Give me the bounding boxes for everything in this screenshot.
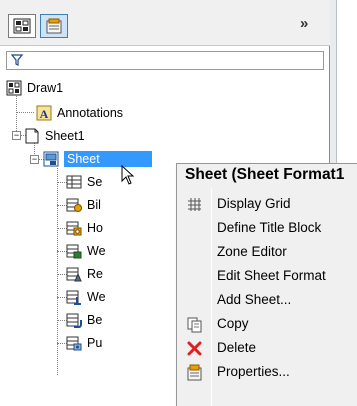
tree-filter-input[interactable] — [6, 51, 324, 70]
tree-node-sheet-format[interactable]: Sheet — [43, 149, 152, 169]
menu-item-add-sheet[interactable]: Add Sheet... — [177, 288, 357, 312]
tree-node-label: Draw1 — [27, 81, 64, 95]
weld-table-anchor-icon — [66, 290, 81, 305]
property-manager-tab[interactable] — [40, 14, 68, 38]
weldment-table-anchor-icon — [66, 244, 82, 259]
bend-table-anchor-icon — [66, 313, 82, 328]
menu-item-label: Properties... — [217, 364, 290, 379]
menu-item-label: Define Title Block — [217, 220, 322, 235]
menu-item-copy[interactable]: Copy — [177, 312, 357, 336]
hole-table-anchor-icon — [66, 221, 82, 236]
menu-item-delete[interactable]: Delete — [177, 336, 357, 360]
menu-item-label: Delete — [217, 340, 257, 355]
drawing-icon — [6, 80, 22, 96]
tree-node-label: Annotations — [57, 106, 124, 120]
properties-icon — [187, 364, 202, 381]
bom-anchor-icon — [66, 198, 82, 212]
sheet-format-icon — [43, 151, 59, 167]
tree-node-label: Bil — [87, 198, 101, 212]
menu-item-label: Copy — [217, 316, 249, 331]
collapse-sheet-format-toggle[interactable]: − — [30, 155, 39, 164]
menu-item-edit-sheet-format[interactable]: Edit Sheet Format — [177, 264, 357, 288]
annotations-icon: A — [36, 105, 52, 121]
tree-node-revision-table-anchor[interactable]: Re — [66, 264, 103, 284]
tree-node-weldment-table-anchor[interactable]: We — [66, 241, 106, 261]
revision-table-anchor-icon — [66, 267, 82, 282]
tree-node-label: Sheet — [64, 151, 152, 167]
menu-item-zone-editor[interactable]: Zone Editor — [177, 240, 357, 264]
menu-item-label: Add Sheet... — [217, 292, 292, 307]
filter-icon — [11, 54, 23, 66]
tree-node-drawing[interactable]: Draw1 — [6, 78, 63, 98]
menu-item-display-grid[interactable]: Display Grid — [177, 192, 357, 216]
feature-tree-icon — [13, 18, 31, 34]
tree-node-punch-table-anchor[interactable]: Pu — [66, 333, 102, 353]
tree-connector — [16, 112, 34, 113]
sheet-icon — [25, 128, 39, 144]
tree-node-label: We — [87, 244, 106, 258]
collapse-sheet1-toggle[interactable]: − — [12, 131, 21, 140]
tree-node-weld-table-anchor[interactable]: We — [66, 287, 106, 307]
tree-node-label: We — [87, 290, 106, 304]
mouse-cursor-icon — [121, 165, 135, 185]
feature-manager-tab[interactable] — [8, 14, 36, 38]
tree-node-label: Ho — [87, 221, 103, 235]
punch-table-anchor-icon — [66, 336, 82, 351]
more-tabs-chevron[interactable]: » — [300, 15, 308, 32]
svg-text:A: A — [40, 107, 49, 121]
tree-node-annotations[interactable]: A Annotations — [36, 103, 123, 123]
tree-node-bend-table-anchor[interactable]: Be — [66, 310, 102, 330]
delete-icon — [187, 341, 202, 356]
panel-tab-row: » — [0, 0, 330, 46]
tree-node-sheet1[interactable]: Sheet1 — [24, 126, 85, 146]
menu-item-label: Display Grid — [217, 196, 291, 211]
tree-node-label: Pu — [87, 336, 103, 350]
tree-node-hole-table-anchor[interactable]: Ho — [66, 218, 103, 238]
table-anchor-icon — [66, 175, 82, 189]
tree-node-label: Se — [87, 175, 103, 189]
menu-item-label: Edit Sheet Format — [217, 268, 326, 283]
tree-node-label: Be — [87, 313, 103, 327]
menu-item-label: Zone Editor — [217, 244, 287, 259]
menu-item-properties[interactable]: Properties... — [177, 360, 357, 384]
tree-node-bom-anchor[interactable]: Bil — [66, 195, 101, 215]
menu-item-define-title-block[interactable]: Define Title Block — [177, 216, 357, 240]
property-manager-icon — [46, 18, 62, 34]
tree-node-label: Sheet1 — [45, 129, 85, 143]
copy-icon — [187, 317, 202, 333]
tree-node-label: Re — [87, 267, 103, 281]
grid-icon — [188, 198, 201, 211]
context-menu-title: Sheet (Sheet Format1 — [185, 166, 345, 183]
tree-node-general-table-anchor[interactable]: Se — [66, 172, 102, 192]
context-menu: Sheet (Sheet Format1 Display Grid Define… — [176, 163, 357, 406]
